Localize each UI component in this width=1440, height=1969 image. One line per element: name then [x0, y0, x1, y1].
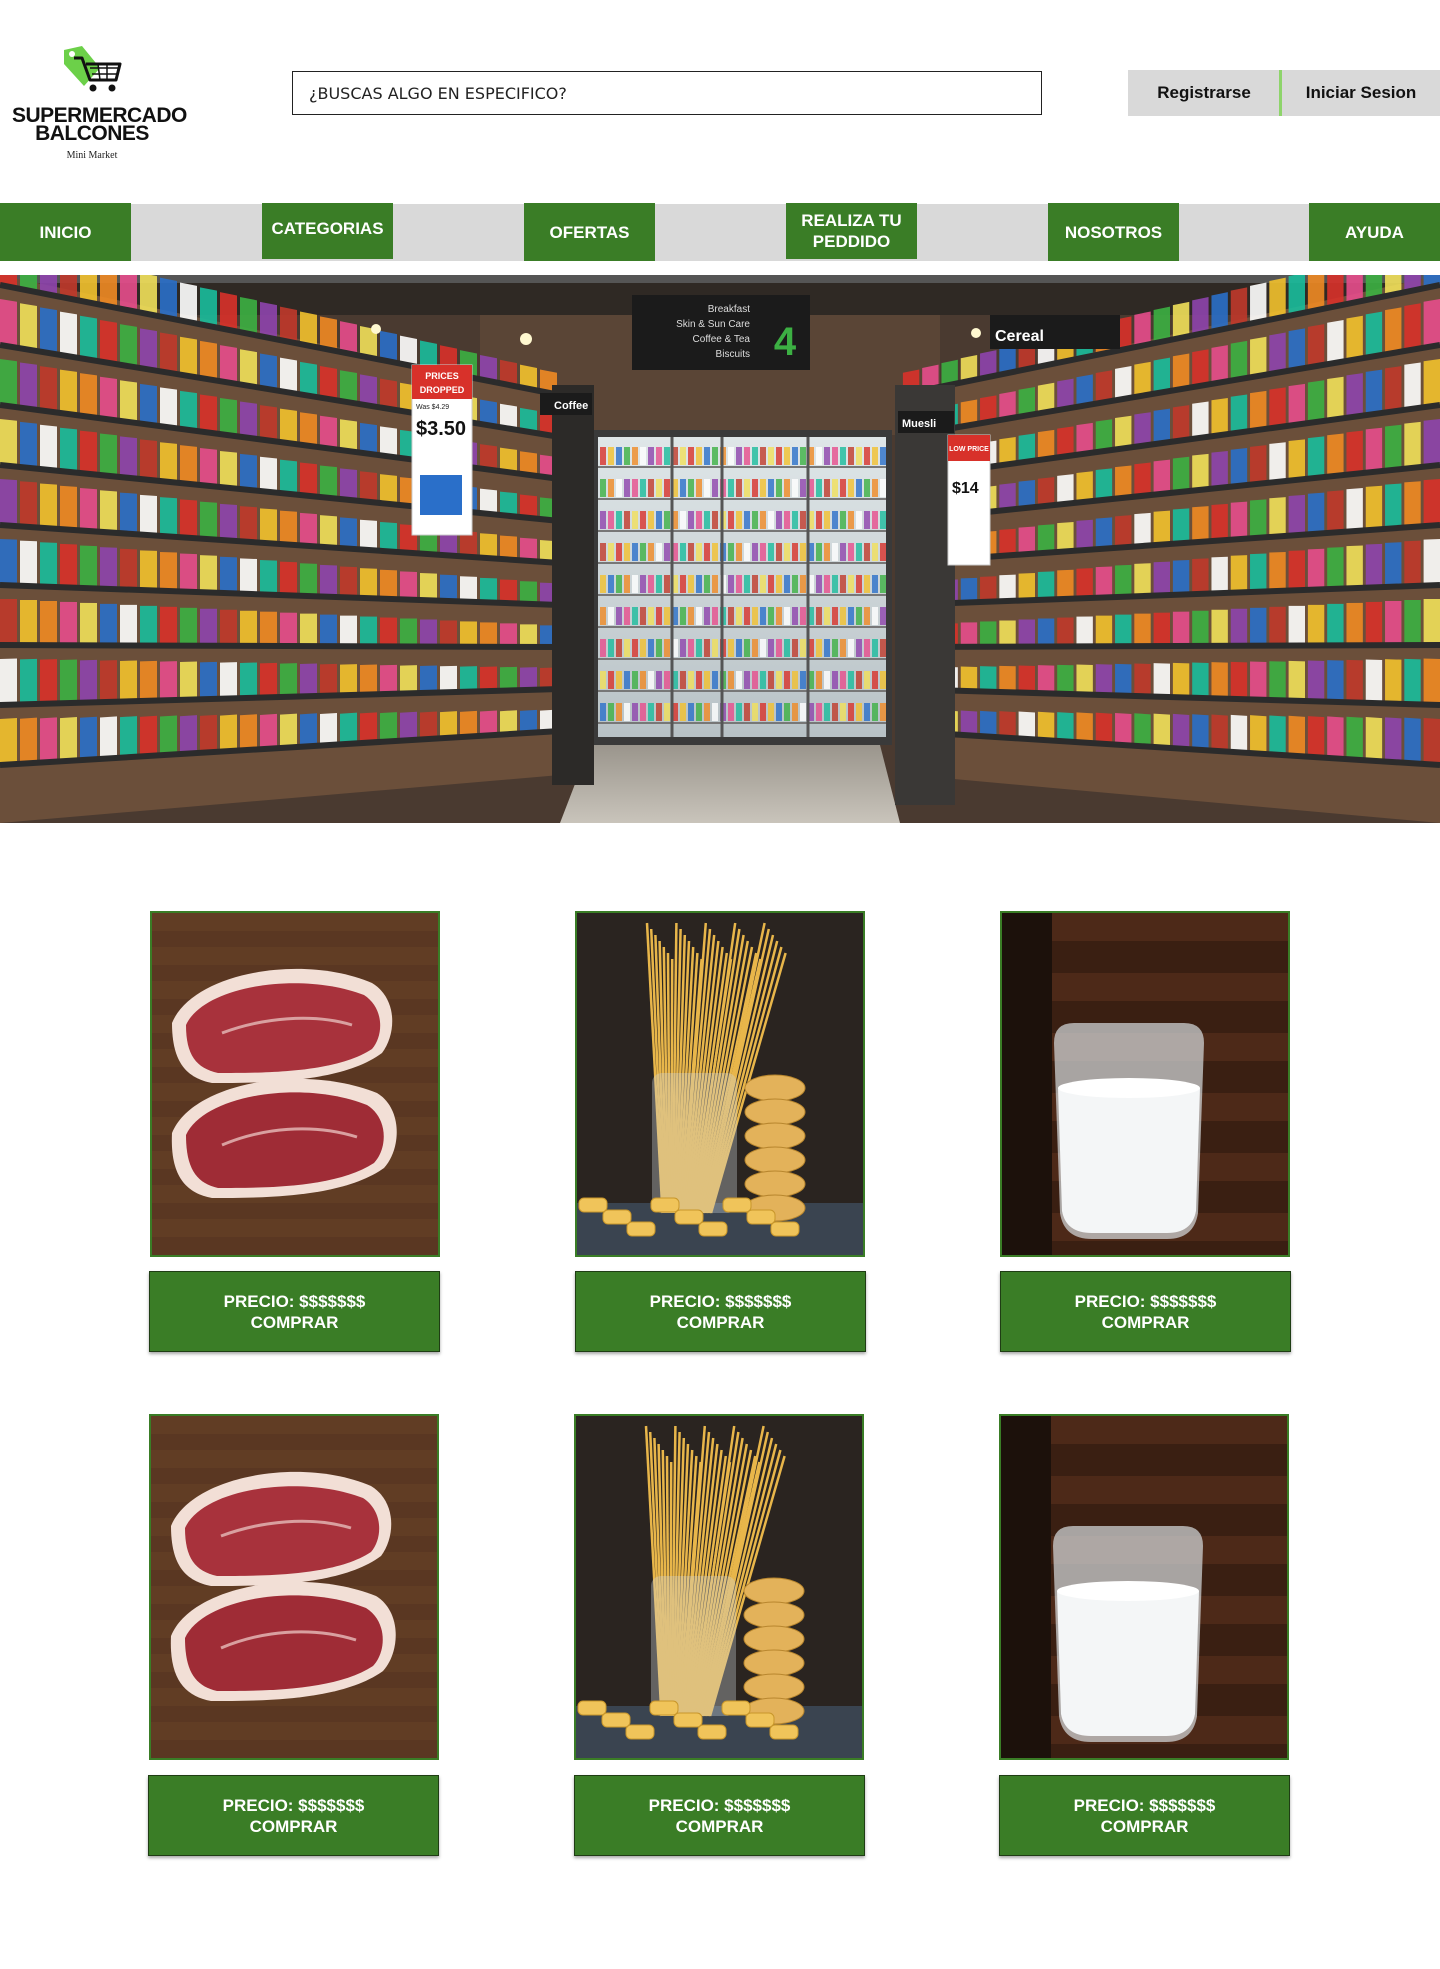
aisle-number: 4 [774, 320, 797, 364]
svg-text:PRICES: PRICES [425, 371, 459, 381]
shopping-cart-tag-icon [64, 46, 122, 92]
price-label: PRECIO: $$$$$$$ [648, 1795, 791, 1815]
buy-button[interactable]: PRECIO: $$$$$$$ COMPRAR [1000, 1271, 1291, 1352]
search-input[interactable] [292, 71, 1042, 115]
product-image-milk[interactable] [999, 1414, 1289, 1760]
price-label: PRECIO: $$$$$$$ [222, 1795, 365, 1815]
buy-button[interactable]: PRECIO: $$$$$$$ COMPRAR [575, 1271, 866, 1352]
aisle-sign-line: Breakfast [708, 304, 750, 315]
nav-inicio[interactable]: INICIO [0, 203, 131, 261]
register-button[interactable]: Registrarse [1128, 70, 1280, 116]
brand-name-line2: BALCONES [35, 122, 149, 145]
aisle-sign-line: Skin & Sun Care [676, 319, 750, 330]
hero-supermarket-image: Breakfast Skin & Sun Care Coffee & Tea B… [0, 275, 1440, 823]
price-label: PRECIO: $$$$$$$ [1074, 1291, 1217, 1311]
nav-nosotros[interactable]: NOSOTROS [1048, 203, 1179, 261]
price-tag-was: Was $4.29 [416, 404, 449, 411]
buy-label: COMPRAR [676, 1312, 765, 1332]
nav-ayuda[interactable]: AYUDA [1309, 203, 1440, 261]
svg-text:LOW PRICE: LOW PRICE [949, 446, 989, 453]
product-image-beef[interactable] [149, 1414, 439, 1760]
product-image-beef[interactable] [150, 911, 440, 1257]
buy-label: COMPRAR [1101, 1312, 1190, 1332]
brand-logo[interactable]: SUPERMERCADO BALCONES Mini Market [12, 44, 187, 164]
aisle-sign-line: Biscuits [716, 349, 750, 360]
buy-button[interactable]: PRECIO: $$$$$$$ COMPRAR [149, 1271, 440, 1352]
buy-label: COMPRAR [250, 1312, 339, 1332]
price-label: PRECIO: $$$$$$$ [1073, 1795, 1216, 1815]
product-image-pasta[interactable] [575, 911, 865, 1257]
buy-button[interactable]: PRECIO: $$$$$$$ COMPRAR [999, 1775, 1290, 1856]
nav-realiza-pedido[interactable]: REALIZA TU PEDDIDO [786, 203, 917, 259]
buy-button[interactable]: PRECIO: $$$$$$$ COMPRAR [148, 1775, 439, 1856]
low-price-tag-price: $14 [952, 480, 979, 497]
login-button[interactable]: Iniciar Sesion [1282, 70, 1440, 116]
price-tag-price: $3.50 [416, 418, 466, 440]
svg-text:DROPPED: DROPPED [420, 385, 465, 395]
muesli-sign: Muesli [902, 418, 936, 430]
nav-categorias[interactable]: CATEGORIAS [262, 203, 393, 259]
buy-label: COMPRAR [249, 1816, 338, 1836]
buy-label: COMPRAR [1100, 1816, 1189, 1836]
product-image-pasta[interactable] [574, 1414, 864, 1760]
nav-ofertas[interactable]: OFERTAS [524, 203, 655, 261]
buy-button[interactable]: PRECIO: $$$$$$$ COMPRAR [574, 1775, 865, 1856]
coffee-sign: Coffee [554, 400, 588, 412]
aisle-sign-line: Coffee & Tea [693, 334, 751, 345]
price-label: PRECIO: $$$$$$$ [649, 1291, 792, 1311]
price-label: PRECIO: $$$$$$$ [223, 1291, 366, 1311]
cereal-sign: Cereal [995, 328, 1044, 345]
brand-tagline: Mini Market [66, 150, 118, 161]
main-nav-bar [0, 204, 1440, 261]
product-image-milk[interactable] [1000, 911, 1290, 1257]
buy-label: COMPRAR [675, 1816, 764, 1836]
